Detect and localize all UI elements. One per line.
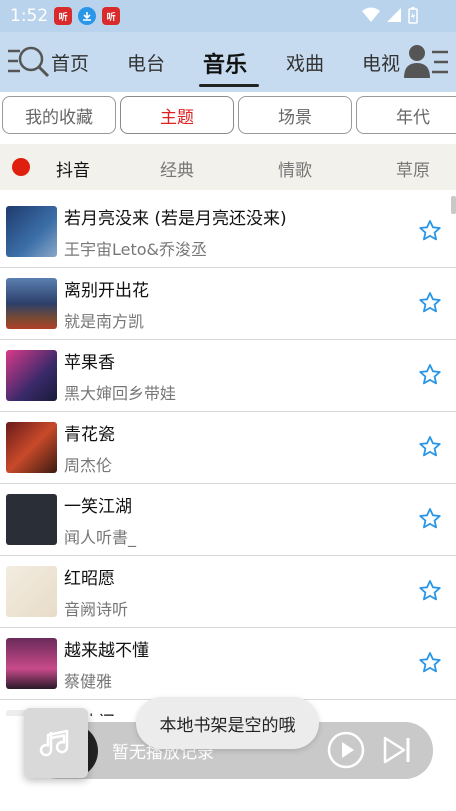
search-icon[interactable] xyxy=(6,42,50,82)
song-row[interactable]: 一笑江湖 闻人听書_ xyxy=(0,484,456,556)
song-row[interactable]: 青花瓷 周杰伦 xyxy=(0,412,456,484)
song-row[interactable]: 苹果香 黑大婶回乡带娃 xyxy=(0,340,456,412)
song-title: 一笑江湖 xyxy=(64,497,132,517)
list-scrollbar[interactable] xyxy=(451,196,456,214)
active-tab-indicator xyxy=(199,84,259,87)
next-track-button[interactable] xyxy=(380,733,414,767)
album-cover xyxy=(6,566,57,617)
song-title: 苹果香 xyxy=(64,353,115,373)
song-row[interactable]: 红昭愿 音阙诗听 xyxy=(0,556,456,628)
subtab-bar: 我的收藏 主题 场景 年代 xyxy=(0,92,456,140)
album-cover xyxy=(6,422,57,473)
album-cover xyxy=(6,278,57,329)
song-artist: 音阙诗听 xyxy=(64,600,129,619)
favorite-star-icon[interactable] xyxy=(418,435,442,459)
subtab-scene[interactable]: 场景 xyxy=(238,96,352,134)
toast-message: 本地书架是空的哦 xyxy=(136,697,319,749)
wifi-icon xyxy=(362,7,380,22)
album-cover xyxy=(6,494,57,545)
tab-opera[interactable]: 戏曲 xyxy=(286,49,324,76)
song-title: 越来越不懂 xyxy=(64,641,149,661)
category-bar: 抖音 经典 情歌 草原 xyxy=(0,144,456,190)
category-douyin[interactable]: 抖音 xyxy=(56,156,90,181)
battery-icon xyxy=(408,7,418,24)
subtab-era[interactable]: 年代 xyxy=(356,96,456,134)
player-cover-art[interactable] xyxy=(24,708,88,778)
status-bar: 1:52 听 听 xyxy=(0,0,456,32)
song-title: 红昭愿 xyxy=(64,569,115,589)
favorite-star-icon[interactable] xyxy=(418,363,442,387)
favorite-star-icon[interactable] xyxy=(418,291,442,315)
song-title: 青花瓷 xyxy=(64,425,115,445)
favorite-star-icon[interactable] xyxy=(418,579,442,603)
app-notification-icon-2: 听 xyxy=(102,7,121,25)
tab-radio[interactable]: 电台 xyxy=(127,49,165,76)
play-button[interactable] xyxy=(327,731,365,769)
tab-tv[interactable]: 电视 xyxy=(362,49,400,76)
subtab-favorites[interactable]: 我的收藏 xyxy=(2,96,116,134)
subtab-theme[interactable]: 主题 xyxy=(120,96,234,134)
album-cover xyxy=(6,206,57,257)
music-note-icon xyxy=(39,729,69,757)
song-artist: 蔡健雅 xyxy=(64,672,113,691)
album-cover xyxy=(6,350,57,401)
user-menu-icon[interactable] xyxy=(404,42,450,82)
download-icon xyxy=(78,7,97,25)
song-row[interactable]: 离别开出花 就是南方凯 xyxy=(0,268,456,340)
song-title: 离别开出花 xyxy=(64,281,149,301)
favorite-star-icon[interactable] xyxy=(418,651,442,675)
top-navigation: 首页 电台 音乐 戏曲 电视 xyxy=(0,32,456,92)
favorite-star-icon[interactable] xyxy=(418,507,442,531)
song-row[interactable]: 若月亮没来 (若是月亮还没来) 王宇宙Leto&乔浚丞 xyxy=(0,196,456,268)
signal-icon xyxy=(387,8,401,22)
song-artist: 黑大婶回乡带娃 xyxy=(64,384,177,403)
song-artist: 周杰伦 xyxy=(64,456,113,475)
tab-home[interactable]: 首页 xyxy=(51,49,89,76)
song-row[interactable]: 越来越不懂 蔡健雅 xyxy=(0,628,456,700)
tab-music[interactable]: 音乐 xyxy=(203,47,247,79)
song-title: 若月亮没来 (若是月亮还没来) xyxy=(64,209,287,229)
active-category-dot xyxy=(12,158,30,176)
category-love-songs[interactable]: 情歌 xyxy=(278,156,312,181)
album-cover xyxy=(6,638,57,689)
category-grassland[interactable]: 草原 xyxy=(396,156,430,181)
song-artist: 王宇宙Leto&乔浚丞 xyxy=(64,240,208,259)
song-artist: 就是南方凯 xyxy=(64,312,145,331)
status-time: 1:52 xyxy=(10,6,49,26)
song-artist: 闻人听書_ xyxy=(64,528,137,547)
app-notification-icon: 听 xyxy=(54,7,73,25)
favorite-star-icon[interactable] xyxy=(418,219,442,243)
category-classic[interactable]: 经典 xyxy=(160,156,194,181)
song-list: 若月亮没来 (若是月亮还没来) 王宇宙Leto&乔浚丞 离别开出花 就是南方凯 … xyxy=(0,196,456,716)
